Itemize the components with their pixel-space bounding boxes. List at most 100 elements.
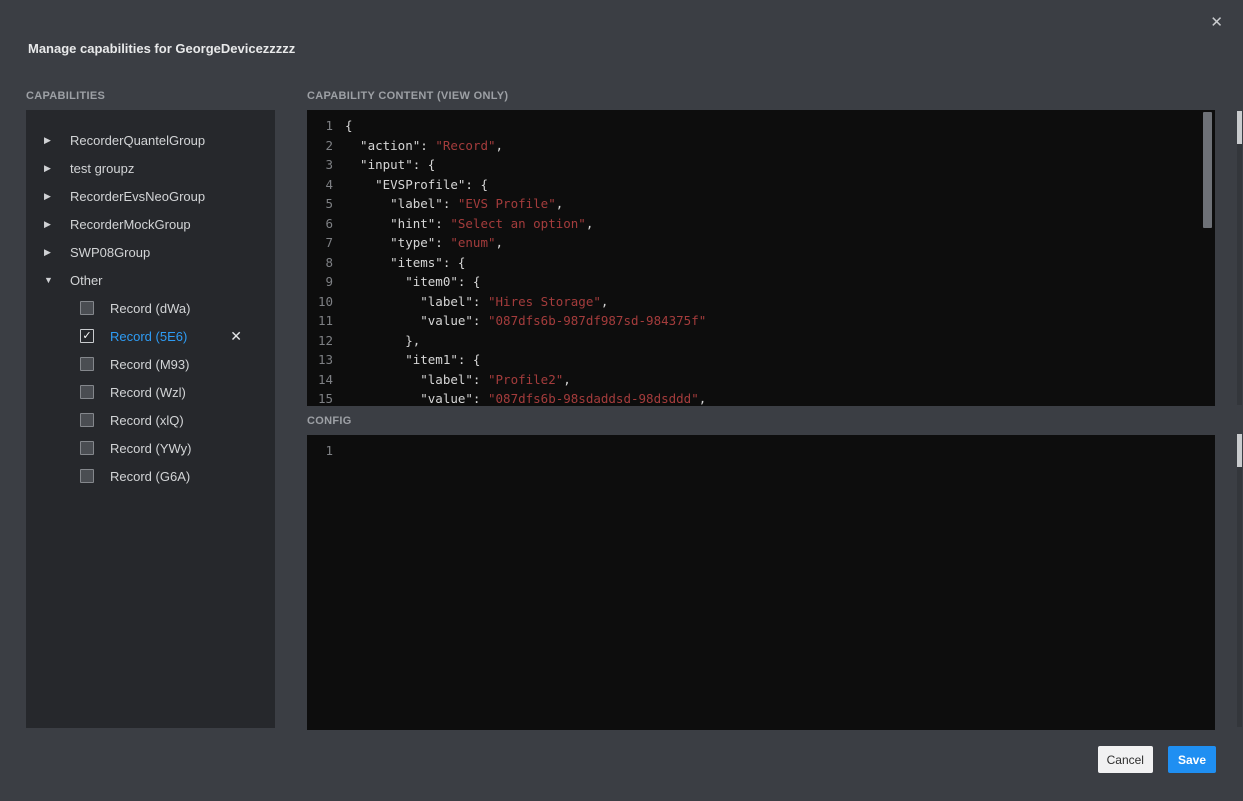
chevron-right-icon[interactable]: ▶: [44, 191, 70, 202]
line-number: 10: [307, 292, 333, 312]
code-line: 1{: [307, 116, 1215, 136]
line-number: 15: [307, 389, 333, 406]
code-line: 7 "type": "enum",: [307, 233, 1215, 253]
tree-group-label: Other: [70, 273, 103, 288]
line-number: 1: [307, 441, 333, 461]
scrollbar-thumb[interactable]: [1237, 111, 1242, 144]
code-line: 12 },: [307, 331, 1215, 351]
line-number: 11: [307, 311, 333, 331]
line-number: 9: [307, 272, 333, 292]
code-line: 10 "label": "Hires Storage",: [307, 292, 1215, 312]
code-line: 4 "EVSProfile": {: [307, 175, 1215, 195]
code-line: 14 "label": "Profile2",: [307, 370, 1215, 390]
capability-item-label: Record (dWa): [110, 301, 190, 316]
capability-item-label: Record (5E6): [110, 329, 187, 344]
capability-item-record-g6a[interactable]: Record (G6A): [26, 462, 275, 490]
line-number: 5: [307, 194, 333, 214]
capability-item-record-5e6[interactable]: ✓ Record (5E6) ✕: [26, 322, 275, 350]
capability-item-record-xlq[interactable]: Record (xlQ): [26, 406, 275, 434]
tree-group-recorderevsneogroup[interactable]: ▶RecorderEvsNeoGroup: [26, 182, 275, 210]
line-number: 7: [307, 233, 333, 253]
line-number: 8: [307, 253, 333, 273]
tree-group-swp08group[interactable]: ▶SWP08Group: [26, 238, 275, 266]
code-line: 3 "input": {: [307, 155, 1215, 175]
code-text: {: [333, 116, 353, 136]
checkbox-unchecked[interactable]: [80, 301, 94, 315]
code-line: 9 "item0": {: [307, 272, 1215, 292]
chevron-right-icon[interactable]: ▶: [44, 163, 70, 174]
code-line: 5 "label": "EVS Profile",: [307, 194, 1215, 214]
checkbox-unchecked[interactable]: [80, 469, 94, 483]
checkbox-unchecked[interactable]: [80, 385, 94, 399]
code-text: "hint": "Select an option",: [333, 214, 593, 234]
line-number: 2: [307, 136, 333, 156]
code-line: 6 "hint": "Select an option",: [307, 214, 1215, 234]
line-number: 14: [307, 370, 333, 390]
right-scrollbar-config[interactable]: [1237, 434, 1242, 727]
line-number: 13: [307, 350, 333, 370]
code-text: "label": "EVS Profile",: [333, 194, 563, 214]
line-number: 1: [307, 116, 333, 136]
config-header: CONFIG: [307, 415, 1215, 428]
right-scrollbar-capability[interactable]: [1237, 111, 1242, 405]
tree-group-label: RecorderQuantelGroup: [70, 133, 205, 148]
code-text: [333, 441, 345, 461]
checkbox-unchecked[interactable]: [80, 413, 94, 427]
code-text: "value": "087dfs6b-98sdaddsd-98dsddd",: [333, 389, 706, 406]
chevron-right-icon[interactable]: ▶: [44, 135, 70, 146]
code-text: "item1": {: [333, 350, 480, 370]
checkbox-unchecked[interactable]: [80, 357, 94, 371]
save-button[interactable]: Save: [1168, 746, 1216, 773]
tree-group-label: test groupz: [70, 161, 134, 176]
manage-capabilities-dialog: Manage capabilities for GeorgeDevicezzzz…: [0, 0, 1243, 801]
tree-group-label: RecorderMockGroup: [70, 217, 191, 232]
cancel-button[interactable]: Cancel: [1098, 746, 1153, 773]
capability-item-label: Record (M93): [110, 357, 189, 372]
code-line: 2 "action": "Record",: [307, 136, 1215, 156]
content-panel: CAPABILITY CONTENT (VIEW ONLY) 1{2 "acti…: [307, 90, 1215, 730]
remove-icon[interactable]: ✕: [230, 329, 242, 343]
checkbox-checked[interactable]: ✓: [80, 329, 94, 343]
capability-tree: ▶RecorderQuantelGroup▶test groupz▶Record…: [26, 110, 275, 728]
capability-content-header: CAPABILITY CONTENT (VIEW ONLY): [307, 90, 1215, 103]
scrollbar-thumb[interactable]: [1237, 434, 1242, 467]
line-number: 3: [307, 155, 333, 175]
chevron-right-icon[interactable]: ▶: [44, 247, 70, 258]
capability-item-record-wzl[interactable]: Record (Wzl): [26, 378, 275, 406]
code-text: "value": "087dfs6b-987df987sd-984375f": [333, 311, 706, 331]
line-number: 6: [307, 214, 333, 234]
line-number: 12: [307, 331, 333, 351]
code-line: 15 "value": "087dfs6b-98sdaddsd-98dsddd"…: [307, 389, 1215, 406]
capability-item-label: Record (G6A): [110, 469, 190, 484]
dialog-title: Manage capabilities for GeorgeDevicezzzz…: [28, 41, 295, 56]
code-line: 13 "item1": {: [307, 350, 1215, 370]
dialog-footer: Cancel Save: [1098, 746, 1216, 773]
tree-group-other[interactable]: ▼Other: [26, 266, 275, 294]
code-text: "type": "enum",: [333, 233, 503, 253]
tree-group-recordermockgroup[interactable]: ▶RecorderMockGroup: [26, 210, 275, 238]
editor-scrollbar-thumb[interactable]: [1203, 112, 1212, 228]
code-text: "EVSProfile": {: [333, 175, 488, 195]
config-editor[interactable]: 1: [307, 435, 1215, 730]
tree-group-recorderquantelgroup[interactable]: ▶RecorderQuantelGroup: [26, 126, 275, 154]
tree-group-test-groupz[interactable]: ▶test groupz: [26, 154, 275, 182]
capabilities-panel: CAPABILITIES ▶RecorderQuantelGroup▶test …: [26, 90, 275, 728]
chevron-right-icon[interactable]: ▶: [44, 219, 70, 230]
checkbox-unchecked[interactable]: [80, 441, 94, 455]
close-icon[interactable]: ✕: [1210, 15, 1223, 30]
capability-item-record-ywy[interactable]: Record (YWy): [26, 434, 275, 462]
line-number: 4: [307, 175, 333, 195]
chevron-down-icon[interactable]: ▼: [44, 275, 70, 285]
capability-item-label: Record (Wzl): [110, 385, 186, 400]
capability-content-editor[interactable]: 1{2 "action": "Record",3 "input": {4 "EV…: [307, 110, 1215, 406]
capability-item-label: Record (YWy): [110, 441, 192, 456]
code-text: "label": "Profile2",: [333, 370, 571, 390]
code-line: 1: [307, 441, 1215, 461]
code-text: "items": {: [333, 253, 465, 273]
code-line: 11 "value": "087dfs6b-987df987sd-984375f…: [307, 311, 1215, 331]
code-text: "label": "Hires Storage",: [333, 292, 608, 312]
capability-item-record-m93[interactable]: Record (M93): [26, 350, 275, 378]
capability-item-record-dwa[interactable]: Record (dWa): [26, 294, 275, 322]
tree-group-label: RecorderEvsNeoGroup: [70, 189, 205, 204]
code-lines: 1{2 "action": "Record",3 "input": {4 "EV…: [307, 110, 1215, 406]
